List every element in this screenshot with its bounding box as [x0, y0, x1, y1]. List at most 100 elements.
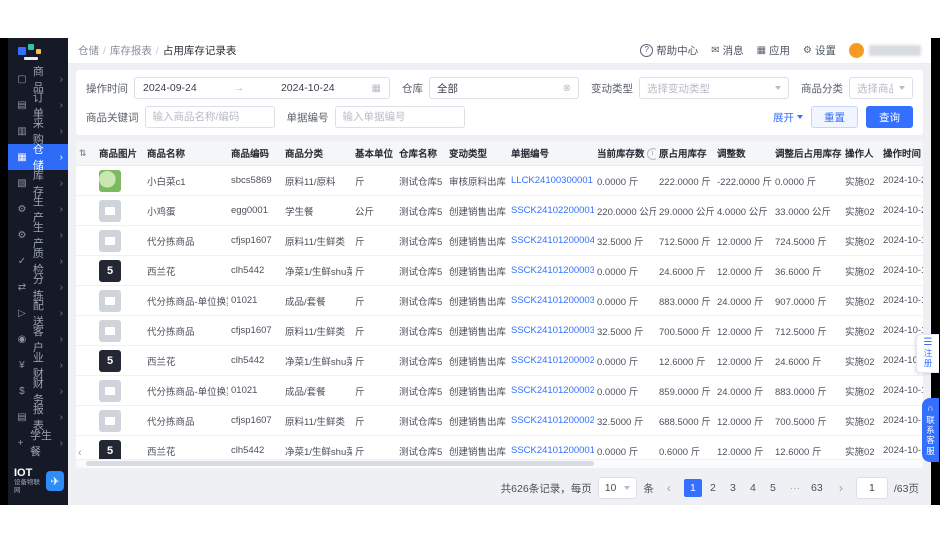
prev-page-button[interactable]: ‹ [660, 479, 678, 497]
cell-sort [76, 195, 96, 226]
cell-image [96, 195, 144, 226]
sort-icon[interactable]: ⇅ [79, 148, 87, 158]
meal-icon: + [17, 437, 24, 449]
delivery-icon: ▷ [18, 307, 26, 319]
cell-image [96, 405, 144, 436]
cell-operator: 实施02 [842, 285, 880, 316]
cell-change_type: 创建销售出库 [446, 195, 508, 226]
help-action[interactable]: ? 帮助中心 [640, 43, 698, 58]
cell-time: 2024-10-2 [880, 195, 923, 226]
horizontal-scrollbar[interactable] [76, 459, 923, 468]
cell-operator: 实施02 [842, 165, 880, 196]
column-header: 基本单位 [352, 141, 396, 166]
scrollbar-thumb[interactable] [86, 461, 595, 466]
search-button[interactable]: 查询 [866, 106, 913, 128]
cell-change_type: 创建销售出库 [446, 345, 508, 376]
page-button-3[interactable]: 3 [724, 479, 742, 497]
sidebar-nav: ▢ 商品 › ▤ 订单 › ▥ 采购 › ▦ 仓储 › ▧ 库存 › ⚙ 生产 › ⚙ 生产 › ✓ 质检 › ⇄ 分拣 › ▷ 配送 ›… [8, 64, 68, 461]
cell-doc_no[interactable]: SSCK24101200002 [508, 345, 594, 376]
help-icon: ? [640, 44, 654, 57]
date-to-value[interactable]: 2024-10-24 [281, 82, 335, 94]
logo-block-blue [18, 47, 26, 55]
cell-doc_no[interactable]: SSCK24101200002 [508, 375, 594, 406]
customer-icon: ◉ [17, 333, 27, 345]
iot-badge-icon[interactable]: ✈ [46, 471, 64, 491]
produce2-icon: ⚙ [17, 229, 27, 241]
breadcrumb-item[interactable]: 仓储 [78, 43, 99, 58]
cell-operator: 实施02 [842, 195, 880, 226]
user-menu[interactable] [849, 43, 921, 58]
iot-logo-block: IOT 设备物联网 ✈ [8, 461, 68, 505]
chevron-right-icon: › [59, 229, 63, 241]
info-icon: i [646, 148, 656, 161]
date-from-value[interactable]: 2024-09-24 [143, 82, 197, 94]
cell-unit: 斤 [352, 255, 396, 286]
page-size-select[interactable]: 10 [597, 477, 638, 499]
page-jump-input[interactable] [855, 477, 888, 499]
cell-category: 净菜1/生鲜shu菜类... [282, 345, 352, 376]
cell-time: 2024-10-1 [880, 375, 923, 406]
docno-input[interactable] [334, 106, 465, 128]
avatar[interactable] [849, 43, 864, 58]
reset-button[interactable]: 重置 [811, 106, 858, 128]
page-content: 操作时间 2024-09-24 → 2024-10-24 ▦ 仓库 全部 ⊗ 变… [68, 64, 931, 505]
page-button-63[interactable]: 63 [808, 479, 826, 497]
warehouse-filter-label: 仓库 [402, 82, 423, 95]
warehouse-select[interactable]: 全部 ⊗ [429, 77, 579, 99]
cell-unit: 斤 [352, 315, 396, 346]
change-type-select[interactable]: 选择变动类型 [639, 77, 789, 99]
keyword-input[interactable] [144, 106, 275, 128]
cell-change_type: 审核原料出库 [446, 165, 508, 196]
scroll-left-hint[interactable]: ‹ [78, 447, 82, 459]
keyword-filter: 商品关键词 [86, 106, 275, 128]
breadcrumb-item[interactable]: 库存报表 [110, 43, 152, 58]
table-row: 代分拣商品-单位换算 01021 成品/套餐斤测试仓库5 创建销售出库 SSCK2410… [76, 375, 923, 406]
iot-subtitle: 设备物联网 [14, 479, 40, 495]
sidebar-item-meal[interactable]: + 学生餐 › [8, 430, 68, 458]
cell-warehouse: 测试仓库5 [396, 345, 446, 376]
image-placeholder-icon [105, 206, 115, 215]
page-button-2[interactable]: 2 [704, 479, 722, 497]
filter-actions: 展开 重置 查询 [773, 106, 913, 128]
clear-icon[interactable]: ⊗ [563, 83, 571, 94]
records-table: ⇅ 商品图片 商品名称 商品编码 商品分类 基本单位 仓库名称 变动类型 单据编号 当前库存数 i 原… [76, 141, 923, 459]
chevron-right-icon: › [59, 359, 63, 371]
app-logo [8, 38, 68, 64]
cell-name: 代分拣商品-单位换算 [144, 285, 228, 316]
cell-unit: 斤 [352, 345, 396, 376]
cell-doc_no[interactable]: SSCK24101200002 [508, 405, 594, 436]
action-label: 应用 [769, 45, 791, 57]
cell-doc_no[interactable]: SSCK24101200001 [508, 435, 594, 459]
cell-doc_no[interactable]: SSCK24102200001 [508, 195, 594, 226]
table-card: ⇅ 商品图片 商品名称 商品编码 商品分类 基本单位 仓库名称 变动类型 单据编号 当前库存数 i 原… [76, 141, 923, 468]
cell-change_type: 创建销售出库 [446, 435, 508, 459]
cell-after: 33.0000 公斤 [772, 195, 842, 226]
date-range-picker[interactable]: 2024-09-24 → 2024-10-24 ▦ [134, 77, 390, 99]
next-page-button[interactable]: › [832, 479, 850, 497]
bell-action[interactable]: ✉ 消息 [711, 43, 743, 58]
cell-doc_no[interactable]: SSCK24101200003 [508, 315, 594, 346]
cell-current: 32.5000 斤 [594, 405, 656, 436]
table-row: 代分拣商品 cfjsp1607 原料11/生鲜类斤测试仓库5 创建销售出库 SSCK24… [76, 225, 923, 256]
cell-doc_no[interactable]: SSCK24101200003 [508, 285, 594, 316]
action-label: 消息 [722, 45, 744, 57]
contact-service-button[interactable]: ∩ 联系客服 [922, 398, 939, 462]
cell-adjust: 12.0000 斤 [714, 315, 772, 346]
sidebar: ▢ 商品 › ▤ 订单 › ▥ 采购 › ▦ 仓储 › ▧ 库存 › ⚙ 生产 › ⚙ 生产 › ✓ 质检 › ⇄ 分拣 › ▷ 配送 ›… [8, 38, 68, 505]
page-button-1[interactable]: 1 [683, 479, 702, 497]
register-widget[interactable]: ☰ 注册 [916, 334, 939, 373]
cell-code: egg0001 [228, 195, 282, 226]
chevron-down-icon [797, 115, 803, 119]
pagination: 共626条记录，每页 10 条 ‹ 12345 ··· 63 › /63页 [76, 474, 923, 501]
cell-operator: 实施02 [842, 255, 880, 286]
gear-action[interactable]: ⚙ 设置 [803, 43, 836, 58]
cell-doc_no[interactable]: SSCK24101200003 [508, 255, 594, 286]
grid-action[interactable]: ▦ 应用 [757, 43, 790, 58]
page-button-4[interactable]: 4 [744, 479, 762, 497]
page-button-5[interactable]: 5 [764, 479, 782, 497]
category-select[interactable]: 选择商品分类 [849, 77, 913, 99]
cell-doc_no[interactable]: SSCK24101200004 [508, 225, 594, 256]
cell-category: 净菜1/生鲜shu菜类... [282, 255, 352, 286]
expand-toggle[interactable]: 展开 [773, 110, 803, 125]
cell-doc_no[interactable]: LLCK24100300001 [508, 165, 594, 196]
